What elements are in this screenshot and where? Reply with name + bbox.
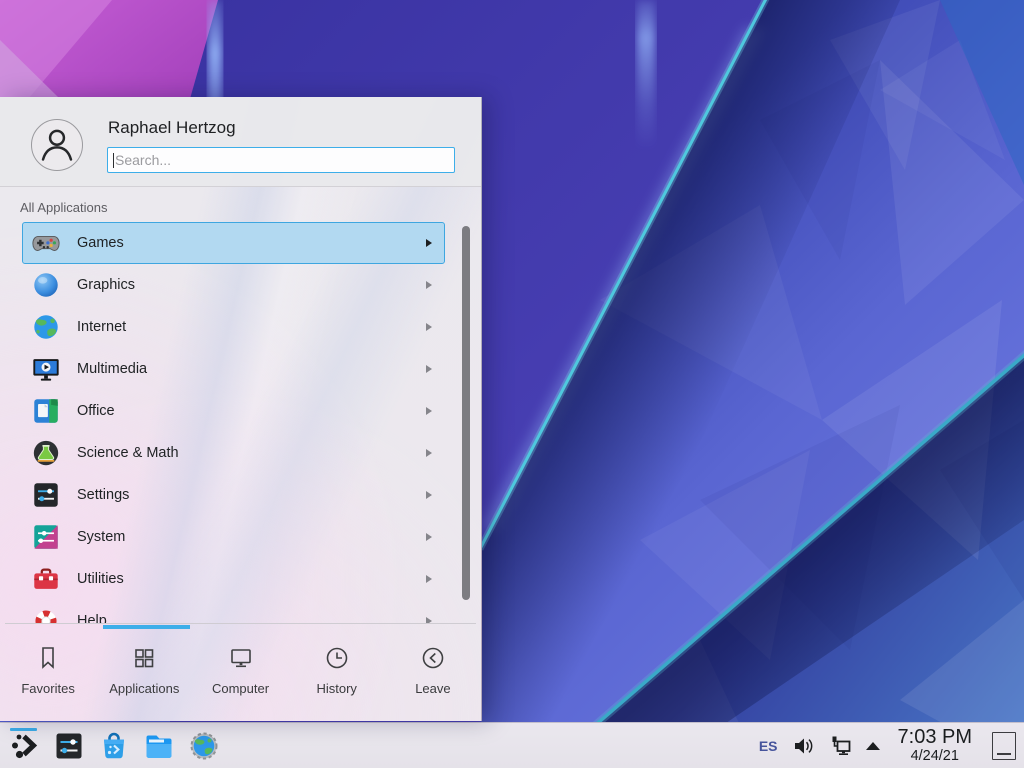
tab-applications[interactable]: Applications [96,629,192,721]
kickoff-icon [9,731,39,761]
tab-computer[interactable]: Computer [192,629,288,721]
search-placeholder: Search... [115,152,171,168]
chevron-right-icon [426,281,432,289]
user-name: Raphael Hertzog [108,118,236,138]
sphere-icon [31,270,61,300]
category-label: Help [77,613,426,623]
taskbar-launcher-button[interactable] [8,727,39,765]
tab-label: Computer [212,681,269,696]
category-row-settings[interactable]: Settings [22,474,445,516]
category-row-internet[interactable]: Internet [22,306,445,348]
digital-clock[interactable]: 7:03 PM 4/24/21 [898,727,972,764]
taskbar: ES 7:03 PM 4/24/21 [0,722,1024,768]
tab-label: History [316,681,356,696]
category-label: Games [77,235,426,251]
globe-icon [31,312,61,342]
taskbar-file-manager-button[interactable] [143,727,174,765]
system-tray: ES 7:03 PM 4/24/21 [759,727,1024,764]
grid-icon [130,644,158,672]
history-clock-icon [323,644,351,672]
launcher-header: Raphael Hertzog Search... [0,97,481,187]
chevron-right-icon [426,239,432,247]
user-avatar[interactable] [31,119,83,171]
category-label: System [77,529,426,545]
chevron-right-icon [426,323,432,331]
launcher-tabbar: Favorites Applications Computer [0,629,481,721]
chevron-right-icon [426,575,432,583]
category-label: Utilities [77,571,426,587]
taskbar-system-settings-button[interactable] [53,727,84,765]
gamepad-icon [31,228,61,258]
text-cursor [113,153,114,168]
sliders-icon [31,480,61,510]
category-row-science[interactable]: Science & Math [22,432,445,474]
category-row-office[interactable]: Office [22,390,445,432]
list-scrollbar[interactable] [462,226,470,600]
monitor-play-icon [31,354,61,384]
taskbar-app-icons [0,727,219,765]
wired-network-icon[interactable] [829,735,851,756]
computer-icon [227,644,255,672]
chevron-right-icon [426,449,432,457]
keyboard-layout-indicator[interactable]: ES [759,738,778,754]
tab-favorites[interactable]: Favorites [0,629,96,721]
expand-tray-arrow[interactable] [866,742,880,750]
shopping-bag-icon [99,731,129,761]
taskbar-web-browser-button[interactable] [188,727,219,765]
tab-leave[interactable]: Leave [385,629,481,721]
taskbar-discover-button[interactable] [98,727,129,765]
clock-date: 4/24/21 [911,749,959,764]
category-label: Office [77,403,426,419]
bookmark-icon [34,644,62,672]
lifebuoy-icon [31,606,61,623]
category-list: Games Graphics [0,222,481,623]
clock-time: 7:03 PM [898,727,972,747]
category-row-system[interactable]: System [22,516,445,558]
active-app-indicator [10,728,37,731]
show-desktop-glyph [997,753,1011,755]
category-row-games[interactable]: Games [22,222,445,264]
volume-icon[interactable] [793,736,814,756]
category-row-help[interactable]: Help [22,600,445,623]
category-label: Internet [77,319,426,335]
leave-icon [419,644,447,672]
flask-icon [31,438,61,468]
settings-sliders-icon [54,731,84,761]
tab-history[interactable]: History [289,629,385,721]
category-label: Graphics [77,277,426,293]
person-icon [32,120,82,170]
category-row-graphics[interactable]: Graphics [22,264,445,306]
active-tab-indicator [103,625,190,629]
system-sliders-icon [31,522,61,552]
section-label: All Applications [20,200,107,215]
category-label: Science & Math [77,445,426,461]
tab-label: Favorites [21,681,74,696]
chevron-right-icon [426,365,432,373]
tabbar-separator [5,623,476,624]
chevron-right-icon [426,533,432,541]
chevron-right-icon [426,407,432,415]
category-row-multimedia[interactable]: Multimedia [22,348,445,390]
category-label: Multimedia [77,361,426,377]
globe-gear-icon [189,731,219,761]
folder-icon [144,731,174,761]
tab-label: Leave [415,681,450,696]
document-icon [31,396,61,426]
chevron-right-icon [426,491,432,499]
search-input[interactable]: Search... [107,147,455,173]
show-desktop-button[interactable] [992,732,1016,760]
application-launcher-menu: Raphael Hertzog Search... All Applicatio… [0,97,482,721]
tab-label: Applications [109,681,179,696]
category-row-utilities[interactable]: Utilities [22,558,445,600]
category-label: Settings [77,487,426,503]
toolbox-icon [31,564,61,594]
